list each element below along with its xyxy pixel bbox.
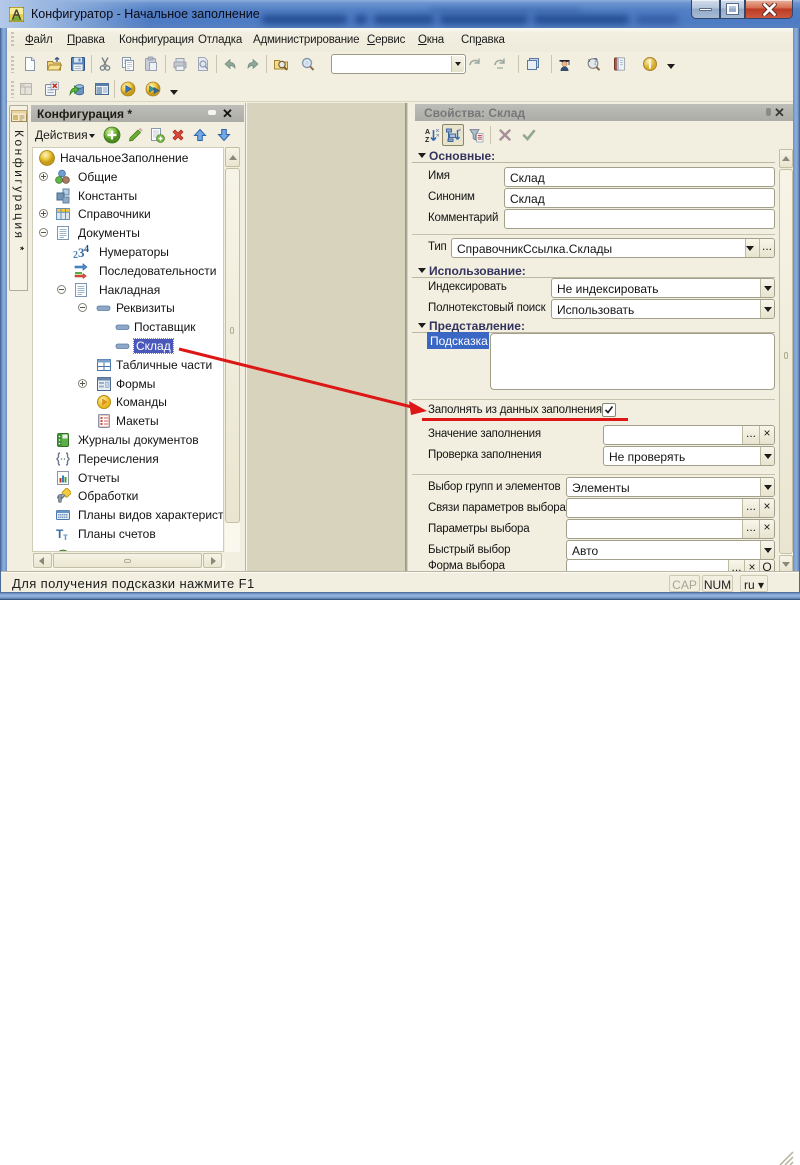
svg-text:А: А	[425, 129, 430, 136]
svg-text:Z: Z	[425, 137, 430, 143]
svg-text:т: т	[63, 532, 68, 542]
svg-text:4: 4	[84, 244, 89, 255]
